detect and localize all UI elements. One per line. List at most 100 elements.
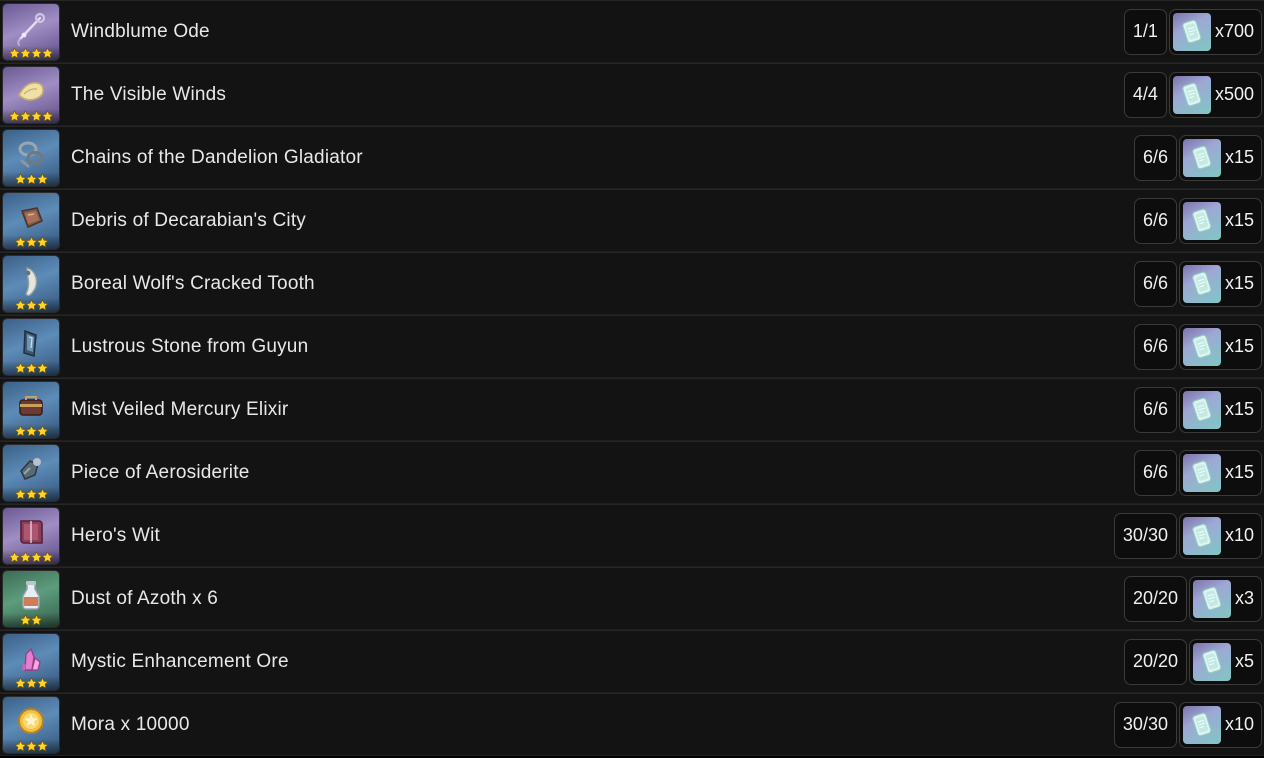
item-thumbnail[interactable] bbox=[2, 380, 60, 439]
item-thumbnail[interactable] bbox=[2, 506, 60, 565]
bow-icon bbox=[11, 8, 51, 48]
item-name: Chains of the Dandelion Gladiator bbox=[71, 146, 363, 168]
crystal-icon bbox=[11, 638, 51, 678]
progress-badge: 6/6 bbox=[1133, 449, 1177, 496]
item-name: Hero's Wit bbox=[71, 524, 161, 546]
reward-badges: 30/30 x10 bbox=[1113, 512, 1264, 559]
primogem-card-icon bbox=[1182, 264, 1221, 303]
reward-row[interactable]: Windblume Ode 1/1 x700 bbox=[0, 0, 1264, 63]
reward-quantity: x15 bbox=[1224, 147, 1254, 167]
rarity-stars bbox=[3, 171, 59, 186]
reward-quantity: x500 bbox=[1214, 84, 1254, 104]
primogem-card-icon bbox=[1182, 327, 1221, 366]
reward-badge[interactable]: x3 bbox=[1188, 575, 1262, 622]
rarity-stars bbox=[3, 108, 59, 123]
reward-badge[interactable]: x10 bbox=[1178, 512, 1262, 559]
reward-quantity: x15 bbox=[1224, 273, 1254, 293]
rarity-stars bbox=[3, 486, 59, 501]
reward-badge[interactable]: x500 bbox=[1168, 71, 1262, 118]
reward-row[interactable]: Boreal Wolf's Cracked Tooth 6/6 x15 bbox=[0, 252, 1264, 315]
reward-badges: 20/20 x3 bbox=[1123, 575, 1264, 622]
reward-row[interactable]: Mystic Enhancement Ore 20/20 x5 bbox=[0, 630, 1264, 693]
star-icon bbox=[36, 677, 49, 690]
progress-badge: 6/6 bbox=[1133, 386, 1177, 433]
bottle-icon bbox=[11, 575, 51, 615]
progress-badge: 20/20 bbox=[1123, 575, 1187, 622]
star-icon bbox=[36, 299, 49, 312]
item-thumbnail[interactable] bbox=[2, 254, 60, 313]
reward-quantity: x15 bbox=[1224, 399, 1254, 419]
rarity-stars bbox=[3, 738, 59, 753]
reward-row[interactable]: Piece of Aerosiderite 6/6 x15 bbox=[0, 441, 1264, 504]
reward-row[interactable]: The Visible Winds 4/4 x500 bbox=[0, 63, 1264, 126]
primogem-card-icon bbox=[1182, 705, 1221, 744]
item-thumbnail[interactable] bbox=[2, 443, 60, 502]
progress-badge: 4/4 bbox=[1123, 71, 1167, 118]
reward-quantity: x10 bbox=[1224, 714, 1254, 734]
reward-quantity: x10 bbox=[1224, 525, 1254, 545]
reward-row[interactable]: Mora x 10000 30/30 x10 bbox=[0, 693, 1264, 756]
item-thumbnail[interactable] bbox=[2, 317, 60, 376]
reward-list-panel: Windblume Ode 1/1 x700 The Visible Winds 4/4… bbox=[0, 0, 1264, 758]
reward-badge[interactable]: x10 bbox=[1178, 701, 1262, 748]
chains-icon bbox=[11, 134, 51, 174]
reward-badges: 1/1 x700 bbox=[1123, 8, 1264, 55]
reward-badge[interactable]: x15 bbox=[1178, 449, 1262, 496]
reward-row[interactable]: Dust of Azoth x 6 20/20 x3 bbox=[0, 567, 1264, 630]
primogem-card-icon bbox=[1182, 453, 1221, 492]
star-icon bbox=[41, 110, 54, 123]
reward-badge[interactable]: x5 bbox=[1188, 638, 1262, 685]
progress-badge: 6/6 bbox=[1133, 197, 1177, 244]
item-name: Lustrous Stone from Guyun bbox=[71, 335, 309, 357]
progress-badge: 30/30 bbox=[1113, 701, 1177, 748]
stone-icon bbox=[11, 323, 51, 363]
reward-badges: 30/30 x10 bbox=[1113, 701, 1264, 748]
rarity-stars bbox=[3, 234, 59, 249]
star-icon bbox=[41, 551, 54, 564]
reward-row[interactable]: Lustrous Stone from Guyun 6/6 x15 bbox=[0, 315, 1264, 378]
primogem-card-icon bbox=[1172, 12, 1211, 51]
reward-quantity: x15 bbox=[1224, 462, 1254, 482]
reward-quantity: x15 bbox=[1224, 336, 1254, 356]
primogem-card-icon bbox=[1182, 390, 1221, 429]
star-icon bbox=[30, 614, 43, 627]
primogem-card-icon bbox=[1192, 642, 1231, 681]
item-thumbnail[interactable] bbox=[2, 191, 60, 250]
rarity-stars bbox=[3, 45, 59, 60]
book-icon bbox=[11, 512, 51, 552]
primogem-card-icon bbox=[1182, 138, 1221, 177]
reward-badges: 20/20 x5 bbox=[1123, 638, 1264, 685]
star-icon bbox=[36, 488, 49, 501]
item-thumbnail[interactable] bbox=[2, 2, 60, 61]
star-icon bbox=[36, 362, 49, 375]
progress-badge: 6/6 bbox=[1133, 260, 1177, 307]
primogem-card-icon bbox=[1182, 516, 1221, 555]
reward-row[interactable]: Mist Veiled Mercury Elixir 6/6 x15 bbox=[0, 378, 1264, 441]
reward-row[interactable]: Hero's Wit 30/30 x10 bbox=[0, 504, 1264, 567]
primogem-card-icon bbox=[1172, 75, 1211, 114]
reward-badge[interactable]: x15 bbox=[1178, 197, 1262, 244]
item-name: Debris of Decarabian's City bbox=[71, 209, 307, 231]
item-name: Piece of Aerosiderite bbox=[71, 461, 250, 483]
item-thumbnail[interactable] bbox=[2, 128, 60, 187]
rarity-stars bbox=[3, 549, 59, 564]
tooth-icon bbox=[11, 260, 51, 300]
reward-badges: 6/6 x15 bbox=[1133, 386, 1264, 433]
item-thumbnail[interactable] bbox=[2, 569, 60, 628]
item-name: Mist Veiled Mercury Elixir bbox=[71, 398, 289, 420]
reward-badge[interactable]: x15 bbox=[1178, 386, 1262, 433]
rarity-stars bbox=[3, 360, 59, 375]
item-thumbnail[interactable] bbox=[2, 695, 60, 754]
reward-badge[interactable]: x700 bbox=[1168, 8, 1262, 55]
progress-badge: 6/6 bbox=[1133, 134, 1177, 181]
reward-row[interactable]: Debris of Decarabian's City 6/6 x15 bbox=[0, 189, 1264, 252]
item-thumbnail[interactable] bbox=[2, 632, 60, 691]
item-thumbnail[interactable] bbox=[2, 65, 60, 124]
reward-badge[interactable]: x15 bbox=[1178, 134, 1262, 181]
item-name: Mora x 10000 bbox=[71, 713, 190, 735]
reward-quantity: x3 bbox=[1234, 588, 1254, 608]
reward-badge[interactable]: x15 bbox=[1178, 260, 1262, 307]
rarity-stars bbox=[3, 675, 59, 690]
reward-badge[interactable]: x15 bbox=[1178, 323, 1262, 370]
reward-row[interactable]: Chains of the Dandelion Gladiator 6/6 x15 bbox=[0, 126, 1264, 189]
